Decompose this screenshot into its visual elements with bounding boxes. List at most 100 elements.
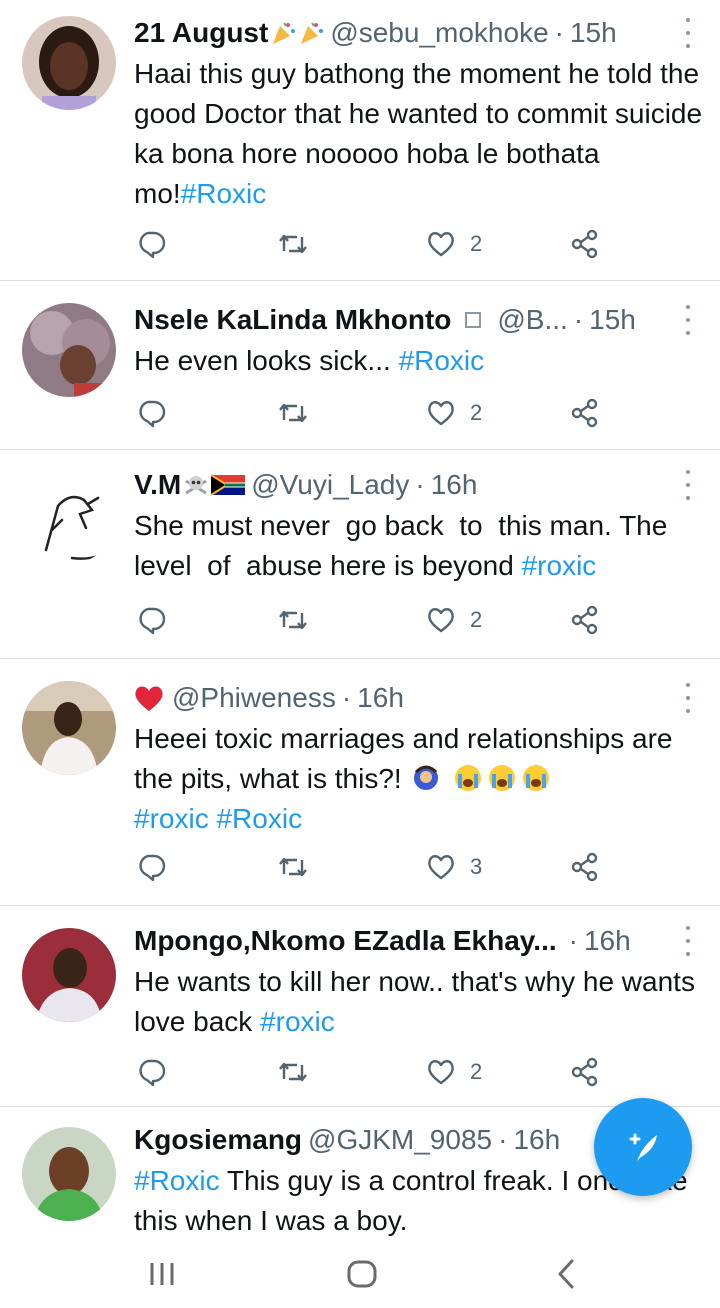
hashtag-link[interactable]: #Roxic	[399, 345, 485, 376]
reply-button[interactable]	[136, 1052, 166, 1092]
like-button[interactable]: 2	[426, 600, 482, 640]
separator-dot: ·	[573, 304, 584, 335]
like-button[interactable]: 2	[426, 1052, 482, 1092]
tweet-text: Haai this guy bathong the moment he told…	[134, 54, 704, 214]
timeline-feed[interactable]: 21 August @sebu_mokhoke · 15h Haai this …	[0, 0, 720, 1240]
retweet-button[interactable]	[278, 393, 308, 433]
avatar[interactable]	[22, 16, 116, 110]
separator-dot: ·	[415, 469, 425, 500]
person-gesturing-emoji-icon	[414, 765, 439, 790]
tweet-actions: 2	[134, 393, 720, 433]
user-handle[interactable]: @Phiweness	[172, 679, 336, 717]
like-icon	[428, 1060, 454, 1085]
user-handle[interactable]: @Vuyi_Lady	[251, 466, 409, 504]
user-handle[interactable]: @sebu_mokhoke	[330, 14, 548, 52]
like-button[interactable]: 2	[426, 224, 482, 264]
reply-icon	[139, 400, 166, 428]
retweet-button[interactable]	[278, 847, 308, 887]
display-name[interactable]: Mpongo,Nkomo EZadla Ekhay...	[134, 922, 557, 960]
like-icon	[428, 232, 454, 257]
reply-button[interactable]	[136, 224, 166, 264]
reply-button[interactable]	[136, 847, 166, 887]
like-icon	[428, 855, 454, 880]
display-name[interactable]: Nsele KaLinda Mkhonto	[134, 301, 451, 339]
retweet-icon	[279, 610, 307, 630]
share-icon	[571, 229, 598, 259]
avatar[interactable]	[22, 303, 116, 397]
hashtag-link[interactable]: #Roxic	[181, 178, 267, 209]
tweet[interactable]: Mpongo,Nkomo EZadla Ekhay... · 16h He wa…	[0, 906, 720, 1107]
more-options-icon[interactable]	[682, 926, 694, 956]
tweet-header: Kgosiemang @GJKM_9085 · 16h	[134, 1121, 672, 1159]
share-icon	[571, 1057, 598, 1087]
hashtag-link[interactable]: #roxic	[260, 1006, 335, 1037]
tweet-body: Heeei toxic marriages and relationships …	[134, 723, 681, 794]
share-button[interactable]	[570, 600, 600, 640]
like-count: 2	[470, 231, 483, 256]
back-nav-icon[interactable]	[544, 1252, 588, 1296]
compose-tweet-button[interactable]	[594, 1098, 692, 1196]
reply-icon	[139, 1059, 166, 1087]
reply-button[interactable]	[136, 393, 166, 433]
tweet-time: 15h	[569, 17, 617, 48]
avatar[interactable]	[22, 470, 116, 564]
tweet-text: He wants to kill her now.. that's why he…	[134, 962, 704, 1042]
like-count: 2	[470, 400, 483, 425]
reply-button[interactable]	[136, 600, 166, 640]
share-button[interactable]	[570, 224, 600, 264]
tweet-text: She must never go back to this man. The …	[134, 506, 704, 586]
hashtag-link[interactable]: #Roxic	[134, 1165, 220, 1196]
tweet-time: 16h	[430, 469, 478, 500]
display-name[interactable]: 21 August	[134, 14, 268, 52]
more-options-icon[interactable]	[682, 305, 694, 335]
hashtag-link[interactable]: #roxic	[522, 550, 597, 581]
red-heart-emoji-icon	[135, 686, 163, 711]
tweet-actions: 3	[134, 847, 720, 887]
party-popper-icon	[301, 22, 324, 44]
share-button[interactable]	[570, 1052, 600, 1092]
like-count: 2	[470, 607, 483, 632]
tweet-time: 15h	[589, 304, 636, 335]
tweet[interactable]: Nsele KaLinda Mkhonto @B... · 15h He eve…	[0, 281, 720, 450]
retweet-icon	[279, 403, 307, 423]
like-button[interactable]: 3	[426, 847, 482, 887]
share-button[interactable]	[570, 393, 600, 433]
separator-dot: ·	[554, 17, 564, 48]
share-button[interactable]	[570, 847, 600, 887]
display-name[interactable]: Kgosiemang	[134, 1121, 302, 1159]
android-nav-bar	[0, 1240, 720, 1308]
more-options-icon[interactable]	[682, 683, 694, 713]
tweet[interactable]: V.M @Vuyi_Lady · 16h She must never go b…	[0, 450, 720, 659]
avatar[interactable]	[22, 928, 116, 1022]
retweet-icon	[279, 857, 307, 877]
more-options-icon[interactable]	[682, 470, 694, 500]
hashtag-link[interactable]: #Roxic	[216, 803, 302, 834]
tweet-header: Mpongo,Nkomo EZadla Ekhay... · 16h	[134, 922, 672, 960]
reply-icon	[139, 607, 166, 635]
retweet-button[interactable]	[278, 224, 308, 264]
user-handle[interactable]: @GJKM_9085	[308, 1121, 492, 1159]
like-button[interactable]: 2	[426, 393, 482, 433]
tweet-header: V.M @Vuyi_Lady · 16h	[134, 466, 672, 504]
tweet-time: 16h	[357, 682, 404, 713]
tweet[interactable]: 21 August @sebu_mokhoke · 15h Haai this …	[0, 0, 720, 281]
tweet[interactable]: @Phiweness · 16h Heeei toxic marriages a…	[0, 659, 720, 906]
avatar[interactable]	[22, 681, 116, 775]
tweet-body: He wants to kill her now.. that's why he…	[134, 966, 703, 1037]
home-nav-icon[interactable]	[340, 1252, 384, 1296]
hashtag-link[interactable]: #roxic	[134, 803, 209, 834]
avatar[interactable]	[22, 1127, 116, 1221]
party-popper-icon	[273, 22, 296, 44]
share-icon	[571, 852, 598, 882]
more-options-icon[interactable]	[682, 18, 694, 48]
reply-icon	[139, 854, 166, 882]
retweet-button[interactable]	[278, 1052, 308, 1092]
separator-dot: ·	[568, 925, 578, 956]
retweet-button[interactable]	[278, 600, 308, 640]
recent-apps-icon[interactable]	[140, 1252, 184, 1296]
tweet-text: Heeei toxic marriages and relationships …	[134, 719, 704, 839]
like-count: 3	[470, 854, 483, 879]
user-handle[interactable]: @B...	[497, 301, 567, 339]
tweet-text: He even looks sick... #Roxic	[134, 341, 704, 381]
display-name[interactable]: V.M	[134, 466, 181, 504]
